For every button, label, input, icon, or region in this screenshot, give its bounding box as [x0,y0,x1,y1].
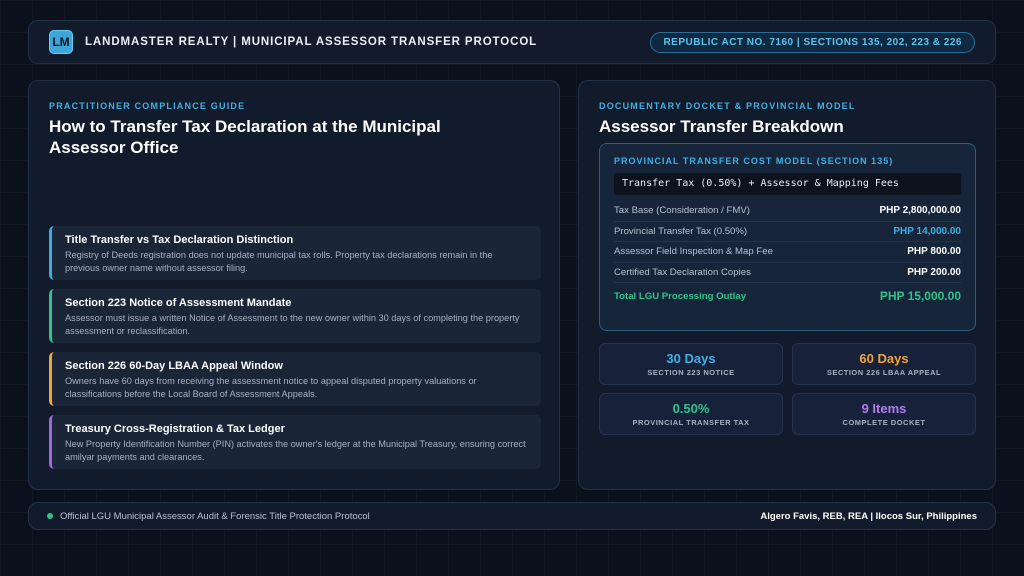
cost-model-card: PROVINCIAL TRANSFER COST MODEL (SECTION … [599,143,976,331]
cost-total-label: Total LGU Processing Outlay [614,290,747,302]
stat-value: 30 Days [666,351,716,366]
header-bar: LM LANDMASTER REALTY | MUNICIPAL ASSESSO… [28,20,996,64]
guide-item-description: Owners have 60 days from receiving the a… [65,376,477,399]
cost-total-row: Total LGU Processing Outlay PHP 15,000.0… [614,283,961,309]
status-dot-icon [47,513,53,519]
cost-row-value: PHP 800.00 [907,246,961,258]
legal-reference-badge: REPUBLIC ACT NO. 7160 | SECTIONS 135, 20… [650,31,975,53]
guide-item-description: Assessor must issue a written Notice of … [65,313,520,336]
stat-label: SECTION 223 NOTICE [647,368,735,377]
cost-row: Certified Tax Declaration Copies PHP 200… [614,263,961,283]
guide-item: Treasury Cross-Registration & Tax Ledger… [49,415,541,469]
guide-item: Section 226 60-Day LBAA Appeal Window Ow… [49,352,541,406]
breakdown-title: Assessor Transfer Breakdown [599,117,844,136]
logo: LM [49,30,73,54]
cost-row: Tax Base (Consideration / FMV) PHP 2,800… [614,201,961,222]
stat-label: COMPLETE DOCKET [842,418,926,427]
guide-item-title: Treasury Cross-Registration & Tax Ledger [65,423,285,435]
guide-item: Section 223 Notice of Assessment Mandate… [49,289,541,343]
cost-row-label: Tax Base (Consideration / FMV) [614,205,750,217]
cost-formula: Transfer Tax (0.50%) + Assessor & Mappin… [614,173,961,195]
stat-label: SECTION 226 LBAA APPEAL [826,368,942,377]
guide-item-list: Title Transfer vs Tax Declaration Distin… [49,226,541,478]
stat-card: 60 Days SECTION 226 LBAA APPEAL [792,343,976,385]
transfer-breakdown-panel: DOCUMENTARY DOCKET & PROVINCIAL MODEL As… [578,80,996,490]
cost-row-value: PHP 14,000.00 [893,225,961,237]
guide-title: How to Transfer Tax Declaration at the M… [49,117,441,157]
cost-row: Assessor Field Inspection & Map Fee PHP … [614,242,961,263]
compliance-guide-panel: PRACTITIONER COMPLIANCE GUIDE How to Tra… [28,80,560,490]
footer-protocol-text: Official LGU Municipal Assessor Audit & … [60,510,370,522]
stat-card: 30 Days SECTION 223 NOTICE [599,343,783,385]
cost-rows: Tax Base (Consideration / FMV) PHP 2,800… [614,201,961,309]
footer-bar: Official LGU Municipal Assessor Audit & … [28,502,996,530]
cost-row-label: Provincial Transfer Tax (0.50%) [614,225,748,237]
guide-item-title: Title Transfer vs Tax Declaration Distin… [65,234,294,246]
stat-value: 60 Days [859,351,909,366]
cost-total-value: PHP 15,000.00 [879,289,961,303]
guide-item-title: Section 223 Notice of Assessment Mandate [65,297,292,309]
guide-item: Title Transfer vs Tax Declaration Distin… [49,226,541,280]
stat-value: 9 Items [861,401,907,416]
cost-model-eyebrow: PROVINCIAL TRANSFER COST MODEL (SECTION … [614,156,894,166]
stat-grid: 30 Days SECTION 223 NOTICE 60 Days SECTI… [599,343,976,435]
cost-row-value: PHP 2,800,000.00 [879,205,961,217]
cost-row-value: PHP 200.00 [907,266,961,278]
guide-eyebrow: PRACTITIONER COMPLIANCE GUIDE [49,101,246,111]
breakdown-eyebrow: DOCUMENTARY DOCKET & PROVINCIAL MODEL [599,101,856,111]
cost-row-label: Certified Tax Declaration Copies [614,266,751,278]
app-title: LANDMASTER REALTY | MUNICIPAL ASSESSOR T… [85,36,538,48]
guide-item-description: New Property Identification Number (PIN)… [65,439,526,462]
guide-item-description: Registry of Deeds registration does not … [65,250,493,273]
stat-value: 0.50% [672,401,710,416]
footer-author: Algero Favis, REB, REA | Ilocos Sur, Phi… [760,510,977,522]
cost-row: Provincial Transfer Tax (0.50%) PHP 14,0… [614,222,961,242]
stat-label: PROVINCIAL TRANSFER TAX [632,418,750,427]
guide-item-title: Section 226 60-Day LBAA Appeal Window [65,360,283,372]
cost-row-label: Assessor Field Inspection & Map Fee [614,246,773,258]
stat-card: 0.50% PROVINCIAL TRANSFER TAX [599,393,783,435]
stat-card: 9 Items COMPLETE DOCKET [792,393,976,435]
